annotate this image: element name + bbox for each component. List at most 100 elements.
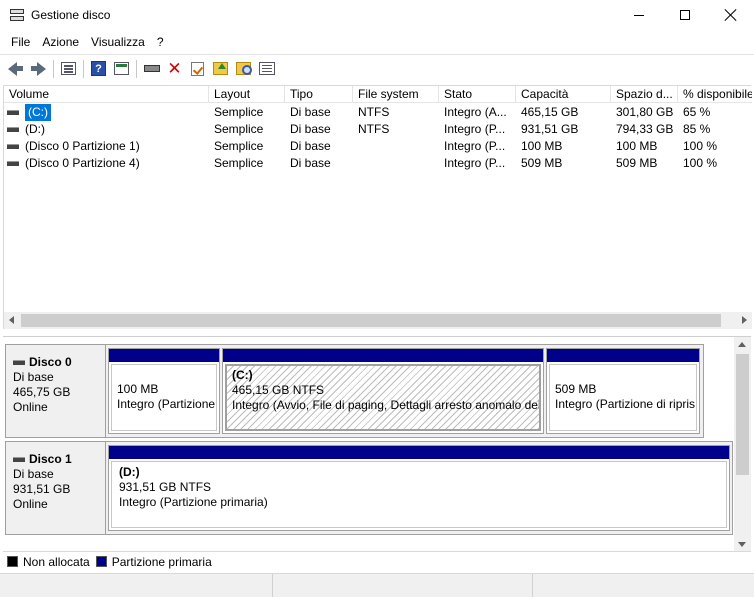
disk-0-size: 465,75 GB [13,385,71,399]
list-view-button[interactable] [57,58,80,80]
scroll-down-icon[interactable] [738,542,746,547]
close-button[interactable] [708,0,754,30]
drive-icon [7,144,19,149]
console-panel-icon [114,62,129,75]
maximize-button[interactable] [662,0,708,30]
legend-unallocated: Non allocata [7,555,90,569]
volume-cell: (Disco 0 Partizione 4) [4,155,209,172]
disk-0-name: Disco 0 [13,355,105,370]
status-bar [0,573,754,597]
table-row[interactable]: (D:) Semplice Di base NTFS Integro (P... 931,… [4,121,752,138]
menu-azione[interactable]: Azione [36,35,85,49]
close-icon [725,9,737,21]
forward-button[interactable] [27,58,50,80]
menu-visualizza[interactable]: Visualizza [85,35,151,49]
cell-fs: NTFS [358,105,390,119]
partition-size: 931,51 GB NTFS [119,480,212,494]
scroll-left-icon[interactable] [9,316,14,324]
delete-button[interactable]: ✕ [163,58,186,80]
cell-spazio: 509 MB [616,156,658,170]
disk-1-name: Disco 1 [13,452,105,467]
partition-status: Integro (Partizione di ripris [555,397,696,411]
cell-stato: Integro (A... [444,105,507,119]
column-header-layout[interactable]: Layout [209,86,285,103]
toolbar-separator [53,59,54,78]
toolbar: ? ✕ [0,54,754,82]
cell-spazio: 100 MB [616,139,658,153]
status-pane [533,574,741,597]
volume-name: (D:) [25,122,45,136]
disk-0-partition-4[interactable]: 509 MB Integro (Partizione di ripris [546,348,700,434]
scrollbar-thumb[interactable] [21,314,721,327]
menu-file[interactable]: File [0,35,36,49]
cell-fs [353,155,439,172]
cell-capacita: 509 MB [521,156,563,170]
disk-1-partition-d[interactable]: (D:) 931,51 GB NTFS Integro (Partizione … [108,445,730,531]
back-icon [8,61,23,76]
cell-layout: Semplice [214,139,264,153]
partition-status: Integro (Partizione [117,397,216,411]
title-bar: Gestione disco [0,0,754,30]
list-view-icon [61,62,76,75]
partition-title: (D:) [119,465,140,479]
disk-0-label[interactable]: Disco 0 Di base 465,75 GB Online [5,344,106,438]
volume-rows: (C:) Semplice Di base NTFS Integro (A... 465,… [4,104,752,172]
cell-layout: Semplice [214,122,264,136]
cell-perc: 85 % [683,122,711,136]
partition-bar [223,349,543,362]
cell-capacita: 100 MB [521,139,563,153]
scroll-up-icon[interactable] [738,342,746,347]
scrollbar-thumb[interactable] [736,354,749,475]
check-button[interactable] [186,58,209,80]
disk-0-partition-map: 100 MB Integro (Partizione (C:) 465,15 G… [105,344,704,438]
help-button[interactable]: ? [87,58,110,80]
column-header-tipo[interactable]: Tipo [285,86,353,103]
folder-up-button[interactable] [209,58,232,80]
search-icon [236,62,252,75]
column-header-file-system[interactable]: File system [353,86,439,103]
menu-bar: File Azione Visualizza ? [0,31,754,53]
disk-icon [13,457,25,462]
table-row[interactable]: (Disco 0 Partizione 1) Semplice Di base Int… [4,138,752,155]
column-header-percentuale[interactable]: % disponibile [678,86,752,103]
cell-fs [353,138,439,155]
scroll-right-icon[interactable] [742,316,747,324]
disk-1-partition-map: (D:) 931,51 GB NTFS Integro (Partizione … [105,441,733,535]
connect-drive-button[interactable] [140,58,163,80]
back-button[interactable] [4,58,27,80]
column-header-spazio[interactable]: Spazio d... [611,86,678,103]
cell-fs: NTFS [358,122,390,136]
disk-icon [13,360,25,365]
minimize-button[interactable] [616,0,662,30]
volume-cell: (Disco 0 Partizione 1) [4,138,209,155]
console-panel-button[interactable] [110,58,133,80]
cell-tipo: Di base [290,139,331,153]
search-button[interactable] [232,58,255,80]
menu-help[interactable]: ? [151,35,170,49]
partition-bar [547,349,699,362]
cell-layout: Semplice [214,105,264,119]
partition-size: 509 MB [555,382,597,396]
disk-1-label[interactable]: Disco 1 Di base 931,51 GB Online [5,441,106,535]
partition-size: 465,15 GB NTFS [232,383,325,397]
table-row[interactable]: (C:) Semplice Di base NTFS Integro (A... 465,… [4,104,752,121]
horizontal-scrollbar[interactable] [4,312,752,329]
properties-button[interactable] [255,58,278,80]
volume-name: (Disco 0 Partizione 1) [25,139,140,153]
cell-tipo: Di base [290,122,331,136]
table-row[interactable]: (Disco 0 Partizione 4) Semplice Di base Int… [4,155,752,172]
vertical-scrollbar[interactable] [734,337,751,552]
column-header-capacita[interactable]: Capacità [516,86,611,103]
cell-capacita: 465,15 GB [521,105,579,119]
volume-list: Volume Layout Tipo File system Stato Cap… [3,85,752,329]
cell-stato: Integro (P... [444,122,506,136]
column-header-stato[interactable]: Stato [439,86,516,103]
toolbar-separator [83,59,84,78]
column-header-volume[interactable]: Volume [4,86,209,103]
disk-0-partition-c[interactable]: (C:) 465,15 GB NTFS Integro (Avvio, File… [222,348,544,434]
cell-perc: 65 % [683,105,711,119]
maximize-icon [680,10,690,20]
disk-0-partition-1[interactable]: 100 MB Integro (Partizione [108,348,220,434]
minimize-icon [634,14,644,16]
help-icon: ? [91,61,106,76]
